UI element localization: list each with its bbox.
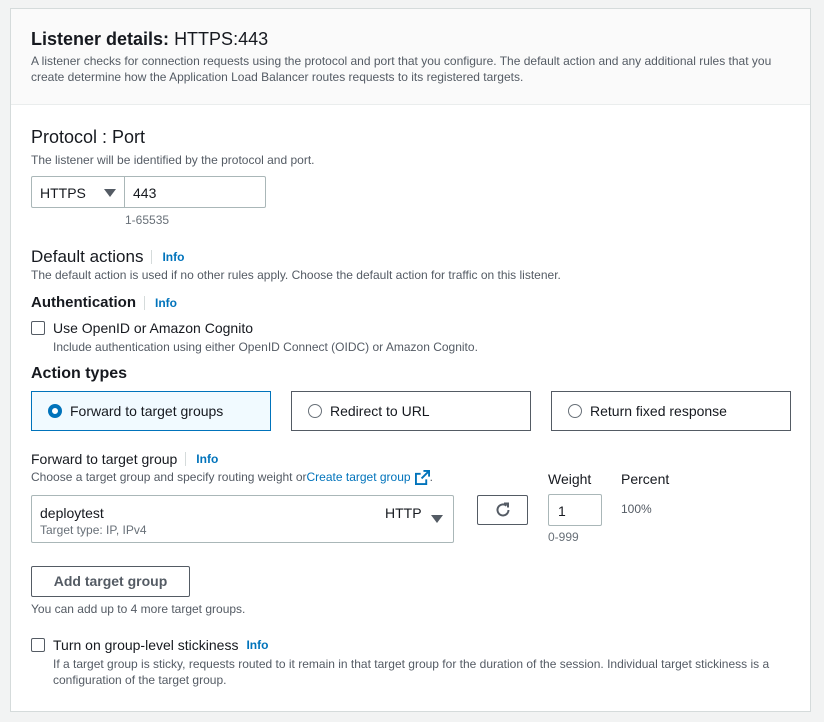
default-actions-description: The default action is used if no other r… (31, 268, 561, 282)
port-hint: 1-65535 (125, 213, 170, 227)
target-group-select[interactable]: deploytest HTTP Target type: IP, IPv4 (31, 495, 454, 543)
stickiness-checkbox[interactable] (31, 638, 45, 652)
forward-radio[interactable] (48, 404, 62, 418)
weight-hint: 0-999 (548, 530, 579, 544)
refresh-button[interactable] (477, 495, 528, 525)
stickiness-description: If a target group is sticky, requests ro… (53, 657, 770, 687)
stickiness-heading: Turn on group-level stickiness Info (53, 636, 268, 654)
external-link-icon[interactable] (414, 469, 430, 485)
default-actions-info-link[interactable]: Info (151, 250, 184, 264)
target-group-type: Target type: IP, IPv4 (40, 523, 147, 537)
default-actions-title: Default actions (31, 247, 144, 266)
openid-cognito-label[interactable]: Use OpenID or Amazon Cognito (53, 319, 253, 337)
title-value: HTTPS:443 (174, 29, 269, 49)
percent-label: Percent (621, 471, 670, 487)
authentication-info-link[interactable]: Info (144, 296, 177, 310)
forward-title: Forward to target group (31, 451, 178, 467)
redirect-radio-label: Redirect to URL (330, 403, 430, 419)
protocol-select[interactable]: HTTPS (31, 176, 125, 208)
stickiness-label[interactable]: Turn on group-level stickiness (53, 636, 238, 654)
stickiness-info-link[interactable]: Info (238, 638, 268, 652)
forward-heading: Forward to target group Info (31, 450, 218, 468)
protocol-select-value: HTTPS (40, 185, 86, 201)
protocol-port-title: Protocol : Port (31, 127, 146, 147)
add-target-group-hint: You can add up to 4 more target groups. (31, 602, 246, 616)
port-input-value: 443 (133, 185, 157, 201)
percent-value: 100% (621, 502, 652, 516)
panel-header: Listener details: HTTPS:443 A listener c… (11, 9, 810, 105)
action-type-fixed-response-tile[interactable]: Return fixed response (551, 391, 791, 431)
listener-details-panel: Listener details: HTTPS:443 A listener c… (10, 8, 811, 712)
header-description: A listener checks for connection request… (31, 54, 772, 84)
page-title: Listener details: HTTPS:443 (31, 28, 268, 50)
forward-info-link[interactable]: Info (185, 452, 218, 466)
default-actions-heading: Default actions Info (31, 246, 184, 268)
caret-down-icon (431, 515, 443, 523)
caret-down-icon (104, 189, 116, 197)
protocol-port-description: The listener will be identified by the p… (31, 153, 315, 167)
port-input[interactable]: 443 (124, 176, 266, 208)
refresh-icon (496, 502, 510, 517)
action-type-redirect-tile[interactable]: Redirect to URL (291, 391, 531, 431)
forward-radio-label: Forward to target groups (70, 403, 224, 419)
weight-label: Weight (548, 471, 592, 487)
add-target-group-button[interactable]: Add target group (31, 566, 190, 597)
authentication-heading: Authentication Info (31, 293, 177, 313)
create-target-group-link[interactable]: Create target group (307, 469, 411, 485)
openid-cognito-description: Include authentication using either Open… (53, 340, 478, 354)
authentication-title: Authentication (31, 294, 136, 311)
target-group-protocol: HTTP (385, 505, 422, 521)
title-prefix: Listener details: (31, 29, 170, 49)
fixed-response-radio[interactable] (568, 404, 582, 418)
redirect-radio[interactable] (308, 404, 322, 418)
action-type-forward-tile[interactable]: Forward to target groups (31, 391, 271, 431)
forward-description: Choose a target group and specify routin… (31, 469, 433, 485)
weight-input-value: 1 (558, 503, 566, 519)
weight-input[interactable]: 1 (548, 494, 602, 526)
openid-cognito-checkbox[interactable] (31, 321, 45, 335)
target-group-name: deploytest (40, 505, 104, 521)
fixed-response-radio-label: Return fixed response (590, 403, 727, 419)
action-types-title: Action types (31, 365, 128, 382)
forward-description-text: Choose a target group and specify routin… (31, 470, 307, 484)
